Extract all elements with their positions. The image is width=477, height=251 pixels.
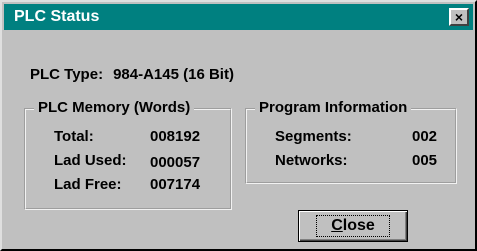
plc-type-value: 984-A145 (16 Bit): [113, 66, 234, 83]
close-button-label: Close: [316, 215, 390, 237]
title-bar[interactable]: PLC Status ×: [4, 4, 473, 30]
program-information-legend: Program Information: [255, 99, 412, 116]
lad-free-value: 007174: [150, 176, 201, 193]
lad-free-label: Lad Free:: [54, 176, 122, 193]
close-icon[interactable]: ×: [449, 8, 469, 26]
lad-used-value: 000057: [150, 154, 201, 171]
close-button[interactable]: Close: [298, 210, 408, 242]
plc-type-line: PLC Type: 984-A145 (16 Bit): [30, 66, 234, 83]
segments-value: 002: [412, 128, 438, 145]
plc-type-label: PLC Type:: [30, 66, 104, 83]
plc-status-dialog: PLC Status × PLC Type: 984-A145 (16 Bit) …: [0, 0, 477, 251]
program-information-group: Program Information Segments: 002 Networ…: [245, 99, 457, 184]
plc-memory-legend: PLC Memory (Words): [34, 99, 195, 116]
plc-memory-group: PLC Memory (Words) Total: 008192 Lad Use…: [24, 99, 232, 210]
total-value: 008192: [150, 128, 201, 145]
lad-used-label: Lad Used:: [54, 152, 127, 169]
networks-value: 005: [412, 152, 438, 169]
close-button-mnemonic: C: [331, 217, 343, 234]
networks-label: Networks:: [275, 152, 348, 169]
segments-label: Segments:: [275, 128, 352, 145]
close-button-text: lose: [342, 217, 375, 234]
window-title: PLC Status: [14, 8, 100, 25]
total-label: Total:: [54, 128, 94, 145]
